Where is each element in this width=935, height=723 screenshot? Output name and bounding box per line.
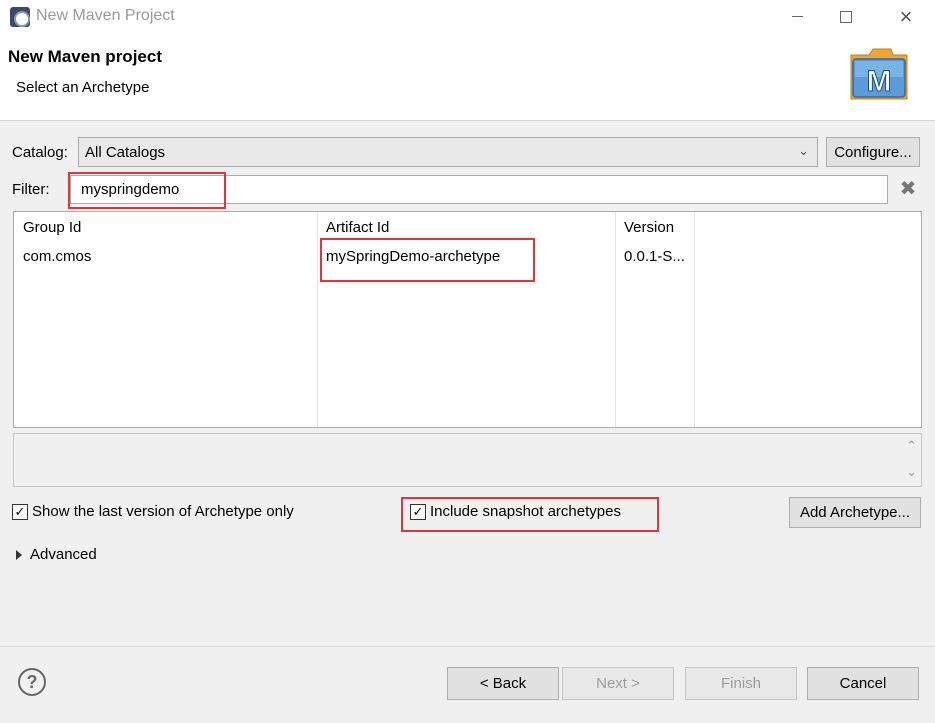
include-snapshot-checkbox[interactable]: ✓ [410,503,426,520]
window-title: New Maven Project [36,7,175,24]
catalog-dropdown[interactable]: All Catalogs ⌄ [78,137,818,167]
eclipse-icon [10,7,30,27]
back-button[interactable]: < Back [447,667,559,700]
show-last-version-checkbox[interactable]: ✓ [12,503,28,520]
window-titlebar: New Maven Project × [0,0,935,33]
minimize-button[interactable] [774,0,820,33]
maven-logo-letter: M [867,65,892,98]
finish-button[interactable]: Finish [685,667,797,700]
catalog-label: Catalog: [12,144,68,161]
archetype-table[interactable]: Group Id com.cmos Artifact Id mySpringDe… [13,211,922,428]
help-circle-icon[interactable]: ? [18,668,46,696]
show-last-version-option[interactable]: ✓ Show the last version of Archetype onl… [12,503,294,520]
include-snapshot-label: Include snapshot archetypes [430,503,621,520]
chevron-down-icon: ⌄ [798,143,809,158]
filter-input[interactable] [70,175,888,204]
wizard-header: New Maven project Select an Archetype M [0,33,935,121]
show-last-version-label: Show the last version of Archetype only [32,503,294,520]
filter-label: Filter: [12,181,50,198]
maximize-button[interactable] [823,0,869,33]
column-header-version[interactable]: Version [624,219,674,236]
triangle-right-icon [16,549,22,560]
close-button[interactable]: × [883,0,929,33]
include-snapshot-option[interactable]: ✓ Include snapshot archetypes [410,503,621,520]
page-subtitle: Select an Archetype [16,79,150,96]
column-header-group-id[interactable]: Group Id [23,219,81,236]
configure-button[interactable]: Configure... [826,137,920,167]
add-archetype-button[interactable]: Add Archetype... [789,497,921,528]
advanced-section-toggle[interactable]: Advanced [16,546,97,563]
scroll-up-icon[interactable]: ⌃ [906,438,917,454]
footer-divider [0,646,935,647]
cancel-button[interactable]: Cancel [807,667,919,700]
archetype-description-area: ⌃ ⌄ [13,433,922,487]
clear-x-icon[interactable]: ✖ [898,178,918,200]
scroll-down-icon[interactable]: ⌄ [906,464,917,480]
table-row[interactable] [14,242,921,268]
maven-logo-icon: M [850,48,908,100]
advanced-label: Advanced [30,546,97,563]
catalog-selected-value: All Catalogs [85,144,166,161]
page-title: New Maven project [8,47,162,66]
next-button[interactable]: Next > [562,667,674,700]
column-header-artifact-id[interactable]: Artifact Id [326,219,389,236]
